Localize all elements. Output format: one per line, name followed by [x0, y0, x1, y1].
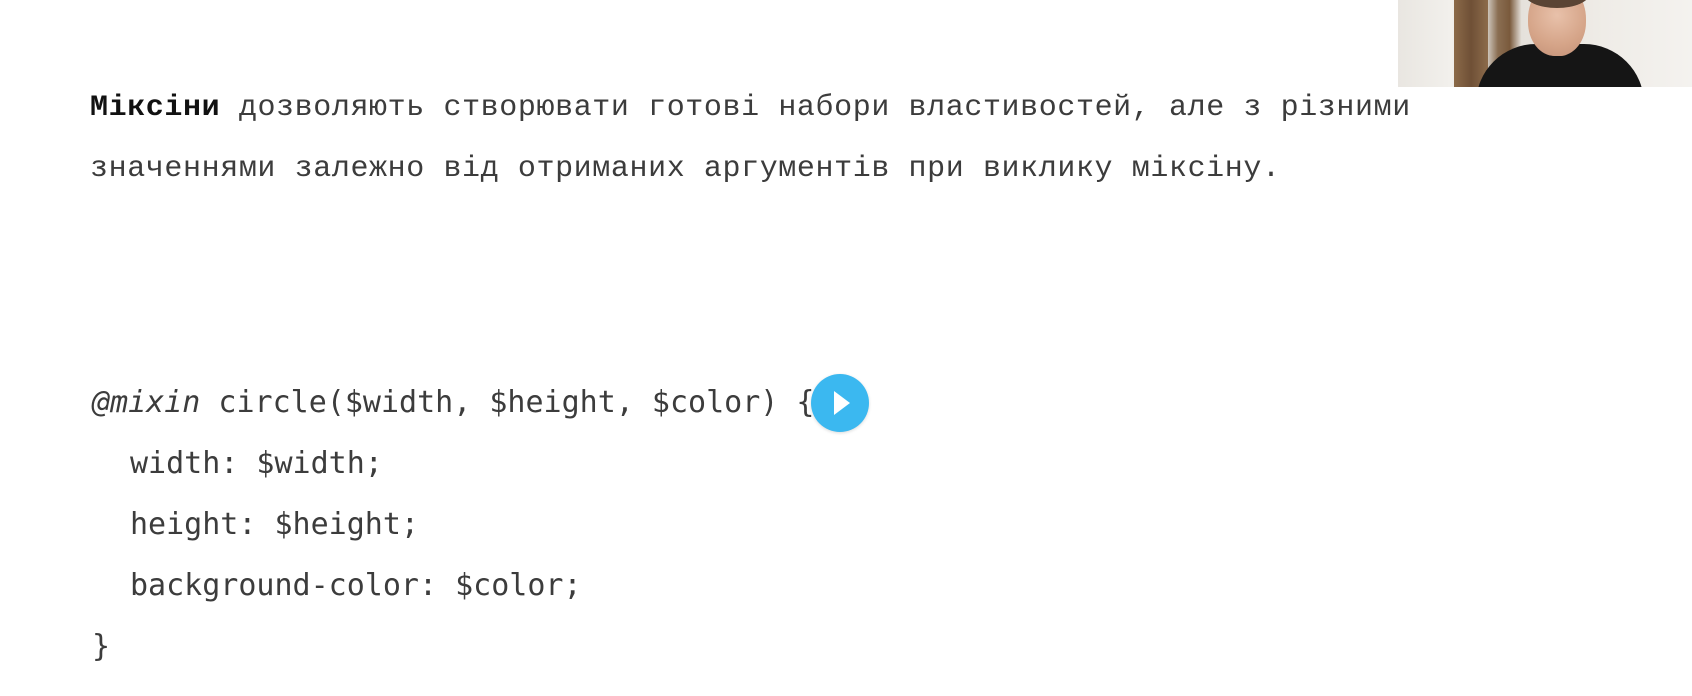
code-line-5: } [92, 629, 111, 664]
code-line-2: width: $width; [130, 446, 383, 481]
play-icon [834, 391, 850, 415]
intro-line-2: значеннями залежно від отриманих аргумен… [90, 152, 1281, 186]
intro-paragraph: Міксіни дозволяють створювати готові наб… [90, 78, 1590, 200]
slide-canvas: Міксіни дозволяють створювати готові наб… [0, 0, 1692, 696]
mixin-keyword: Міксіни [90, 91, 221, 125]
code-line-1: @mixin circle($width, $height, $color) { [92, 372, 814, 433]
play-button[interactable] [811, 374, 869, 432]
mixin-directive: @mixin [92, 385, 201, 420]
code-block: @mixin circle($width, $height, $color) {… [92, 372, 814, 677]
code-line-4: background-color: $color; [130, 568, 582, 603]
mixin-signature: circle($width, $height, $color) { [200, 385, 815, 420]
intro-line-1: дозволяють створювати готові набори влас… [220, 91, 1411, 125]
presenter-webcam [1398, 0, 1692, 87]
code-line-3: height: $height; [130, 507, 419, 542]
